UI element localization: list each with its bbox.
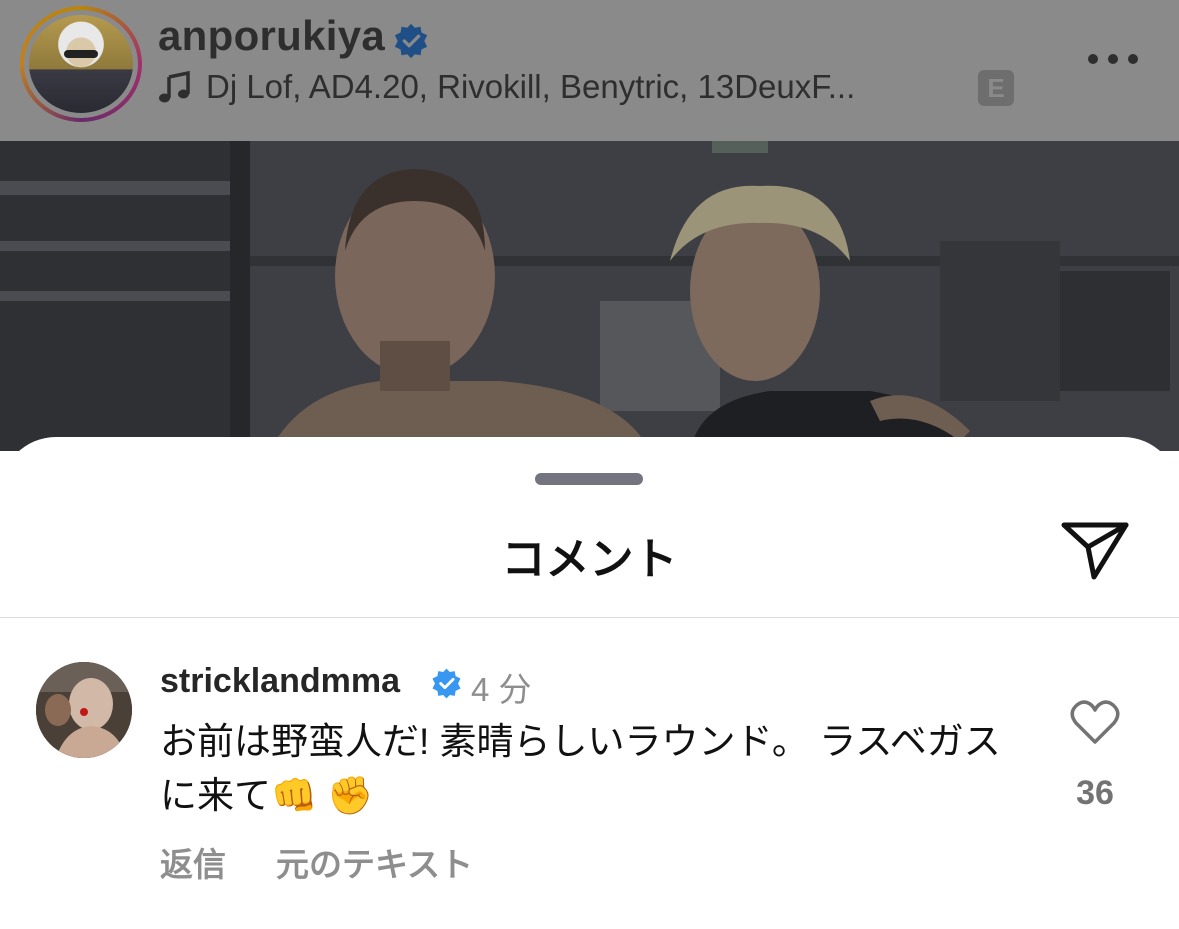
music-attribution[interactable]: Dj Lof, AD4.20, Rivokill, Benytric, 13De… bbox=[158, 68, 855, 106]
commenter-username[interactable]: stricklandmma bbox=[160, 662, 400, 701]
send-icon[interactable] bbox=[1060, 519, 1132, 581]
sheet-title: コメント bbox=[501, 535, 678, 584]
comment-timestamp: 4 分 bbox=[471, 671, 532, 708]
post-author-avatar[interactable] bbox=[29, 15, 133, 113]
story-ring[interactable] bbox=[20, 6, 142, 122]
commenter-avatar[interactable] bbox=[36, 662, 132, 758]
see-original-button[interactable]: 元のテキスト bbox=[276, 838, 473, 886]
like-count: 36 bbox=[1076, 774, 1114, 812]
post-author-username[interactable]: anporukiya bbox=[158, 12, 385, 60]
verified-badge-icon bbox=[432, 668, 461, 699]
more-options-icon[interactable] bbox=[1088, 52, 1138, 66]
comments-sheet: コメント stricklandmma 4 分 お前は野蛮人だ! 素晴らしいラウン… bbox=[0, 437, 1179, 929]
music-note-icon bbox=[159, 70, 190, 103]
reply-button[interactable]: 返信 bbox=[160, 838, 226, 886]
sheet-divider bbox=[0, 617, 1179, 618]
heart-icon[interactable] bbox=[1070, 699, 1120, 745]
music-label: Dj Lof, AD4.20, Rivokill, Benytric, 13De… bbox=[206, 68, 856, 105]
comment-body: お前は野蛮人だ! 素晴らしいラウンド。 ラスベガスに来て👊 ✊ bbox=[160, 721, 1001, 816]
verified-badge-icon bbox=[394, 23, 428, 59]
explicit-badge: E bbox=[978, 70, 1014, 106]
post-photo bbox=[0, 141, 1179, 451]
sheet-drag-handle[interactable] bbox=[535, 473, 643, 485]
post-header: anporukiya Dj Lof, AD4.20, Rivokill, Ben… bbox=[0, 0, 1179, 141]
